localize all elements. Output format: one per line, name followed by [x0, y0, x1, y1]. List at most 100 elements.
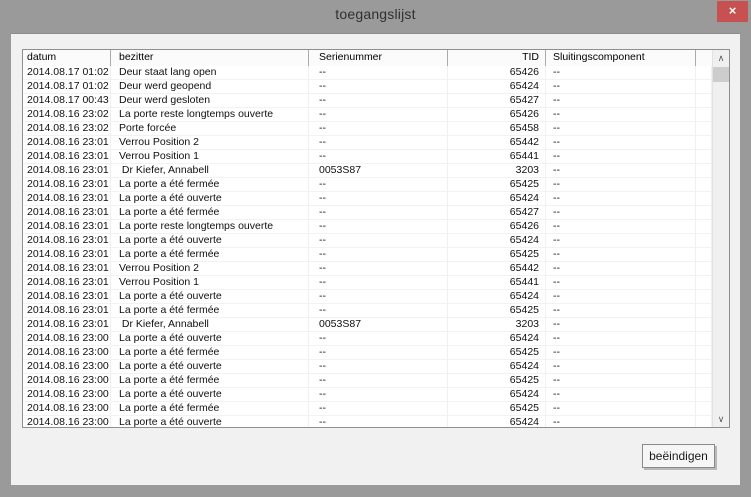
- cell-datum: 2014.08.17 01:02: [23, 80, 111, 94]
- table-row[interactable]: 2014.08.16 23:01La porte a été fermée--6…: [23, 304, 712, 318]
- cell-sluitingscomponent: --: [546, 388, 696, 402]
- cell-filler: [696, 80, 712, 94]
- table-row[interactable]: 2014.08.16 23:01 Dr Kiefer, Annabell0053…: [23, 318, 712, 332]
- column-header-sluitingscomponent[interactable]: Sluitingscomponent: [546, 50, 696, 66]
- close-button[interactable]: ×: [717, 1, 748, 22]
- access-list-table: datum bezitter Serienummer TID Sluitings…: [22, 49, 730, 428]
- cell-bezitter: Porte forcée: [111, 122, 309, 136]
- cell-datum: 2014.08.16 23:00: [23, 388, 111, 402]
- cell-bezitter: La porte a été fermée: [111, 248, 309, 262]
- table-row[interactable]: 2014.08.17 00:43Deur werd gesloten--6542…: [23, 94, 712, 108]
- cell-sluitingscomponent: --: [546, 416, 696, 427]
- table-row[interactable]: 2014.08.17 01:02Deur staat lang open--65…: [23, 66, 712, 80]
- cell-datum: 2014.08.16 23:00: [23, 374, 111, 388]
- table-row[interactable]: 2014.08.16 23:01Verrou Position 2--65442…: [23, 136, 712, 150]
- scrollbar-thumb[interactable]: [713, 67, 729, 82]
- cell-sluitingscomponent: --: [546, 234, 696, 248]
- table-row[interactable]: 2014.08.16 23:02La porte reste longtemps…: [23, 108, 712, 122]
- cell-sluitingscomponent: --: [546, 108, 696, 122]
- cell-bezitter: La porte reste longtemps ouverte: [111, 108, 309, 122]
- cell-serienummer: --: [309, 416, 448, 427]
- scroll-down-button[interactable]: ∨: [713, 411, 729, 427]
- cell-datum: 2014.08.16 23:01: [23, 290, 111, 304]
- cell-tid: 65424: [448, 290, 546, 304]
- cell-bezitter: La porte a été ouverte: [111, 360, 309, 374]
- cell-sluitingscomponent: --: [546, 262, 696, 276]
- table-row[interactable]: 2014.08.16 23:00La porte a été ouverte--…: [23, 388, 712, 402]
- end-button[interactable]: beëindigen: [642, 444, 715, 468]
- cell-datum: 2014.08.16 23:01: [23, 178, 111, 192]
- cell-datum: 2014.08.17 00:43: [23, 94, 111, 108]
- table-header-row: datum bezitter Serienummer TID Sluitings…: [23, 50, 712, 66]
- column-header-bezitter[interactable]: bezitter: [111, 50, 309, 66]
- cell-bezitter: Deur staat lang open: [111, 66, 309, 80]
- cell-serienummer: --: [309, 346, 448, 360]
- table-row[interactable]: 2014.08.16 23:01La porte a été ouverte--…: [23, 290, 712, 304]
- cell-filler: [696, 276, 712, 290]
- table-row[interactable]: 2014.08.16 23:01La porte a été fermée--6…: [23, 248, 712, 262]
- cell-serienummer: --: [309, 262, 448, 276]
- cell-bezitter: La porte a été ouverte: [111, 332, 309, 346]
- cell-bezitter: Verrou Position 2: [111, 262, 309, 276]
- cell-bezitter: La porte a été ouverte: [111, 416, 309, 427]
- cell-serienummer: --: [309, 276, 448, 290]
- table-row[interactable]: 2014.08.16 23:01Verrou Position 1--65441…: [23, 150, 712, 164]
- table-row[interactable]: 2014.08.16 23:00La porte a été ouverte--…: [23, 332, 712, 346]
- table-row[interactable]: 2014.08.16 23:01La porte a été fermée--6…: [23, 206, 712, 220]
- cell-filler: [696, 290, 712, 304]
- cell-filler: [696, 136, 712, 150]
- cell-tid: 65425: [448, 304, 546, 318]
- cell-tid: 65424: [448, 360, 546, 374]
- cell-filler: [696, 374, 712, 388]
- cell-datum: 2014.08.16 23:01: [23, 150, 111, 164]
- cell-serienummer: --: [309, 304, 448, 318]
- cell-filler: [696, 164, 712, 178]
- cell-serienummer: --: [309, 220, 448, 234]
- cell-bezitter: Verrou Position 2: [111, 136, 309, 150]
- cell-serienummer: --: [309, 94, 448, 108]
- chevron-up-icon: ∧: [718, 53, 725, 64]
- cell-datum: 2014.08.16 23:01: [23, 262, 111, 276]
- column-header-datum[interactable]: datum: [23, 50, 111, 66]
- cell-bezitter: Verrou Position 1: [111, 276, 309, 290]
- table-row[interactable]: 2014.08.16 23:00La porte a été fermée--6…: [23, 374, 712, 388]
- table-row[interactable]: 2014.08.16 23:00La porte a été ouverte--…: [23, 416, 712, 427]
- column-header-tid[interactable]: TID: [448, 50, 546, 66]
- column-header-filler: [696, 50, 712, 66]
- table-row[interactable]: 2014.08.16 23:00La porte a été ouverte--…: [23, 360, 712, 374]
- cell-tid: 65425: [448, 178, 546, 192]
- table-row[interactable]: 2014.08.16 23:01Verrou Position 2--65442…: [23, 262, 712, 276]
- vertical-scrollbar[interactable]: ∧ ∨: [712, 50, 729, 427]
- cell-sluitingscomponent: --: [546, 276, 696, 290]
- cell-bezitter: La porte a été ouverte: [111, 234, 309, 248]
- table-body: 2014.08.17 01:02Deur staat lang open--65…: [23, 66, 712, 427]
- table-row[interactable]: 2014.08.16 23:00La porte a été fermée--6…: [23, 402, 712, 416]
- cell-serienummer: --: [309, 374, 448, 388]
- table-row[interactable]: 2014.08.16 23:01La porte a été ouverte --…: [23, 234, 712, 248]
- cell-serienummer: --: [309, 108, 448, 122]
- column-header-serienummer[interactable]: Serienummer: [309, 50, 448, 66]
- cell-sluitingscomponent: --: [546, 304, 696, 318]
- cell-serienummer: --: [309, 402, 448, 416]
- table-row[interactable]: 2014.08.16 23:01La porte a été fermée--6…: [23, 178, 712, 192]
- cell-serienummer: --: [309, 136, 448, 150]
- cell-datum: 2014.08.16 23:00: [23, 402, 111, 416]
- table-row[interactable]: 2014.08.16 23:01La porte reste longtemps…: [23, 220, 712, 234]
- table-row[interactable]: 2014.08.16 23:01 Dr Kiefer, Annabell0053…: [23, 164, 712, 178]
- table-row[interactable]: 2014.08.16 23:00La porte a été fermée--6…: [23, 346, 712, 360]
- cell-datum: 2014.08.16 23:02: [23, 108, 111, 122]
- cell-sluitingscomponent: --: [546, 220, 696, 234]
- table-row[interactable]: 2014.08.17 01:02Deur werd geopend--65424…: [23, 80, 712, 94]
- scroll-up-button[interactable]: ∧: [713, 50, 729, 66]
- cell-datum: 2014.08.16 23:01: [23, 234, 111, 248]
- cell-serienummer: 0053S87: [309, 318, 448, 332]
- cell-datum: 2014.08.16 23:00: [23, 416, 111, 427]
- chevron-down-icon: ∨: [718, 414, 725, 425]
- table-row[interactable]: 2014.08.16 23:01La porte a été ouverte--…: [23, 192, 712, 206]
- cell-serienummer: --: [309, 248, 448, 262]
- table-row[interactable]: 2014.08.16 23:01Verrou Position 1--65441…: [23, 276, 712, 290]
- cell-bezitter: La porte a été fermée: [111, 206, 309, 220]
- cell-filler: [696, 178, 712, 192]
- table-row[interactable]: 2014.08.16 23:02Porte forcée--65458--: [23, 122, 712, 136]
- cell-sluitingscomponent: --: [546, 66, 696, 80]
